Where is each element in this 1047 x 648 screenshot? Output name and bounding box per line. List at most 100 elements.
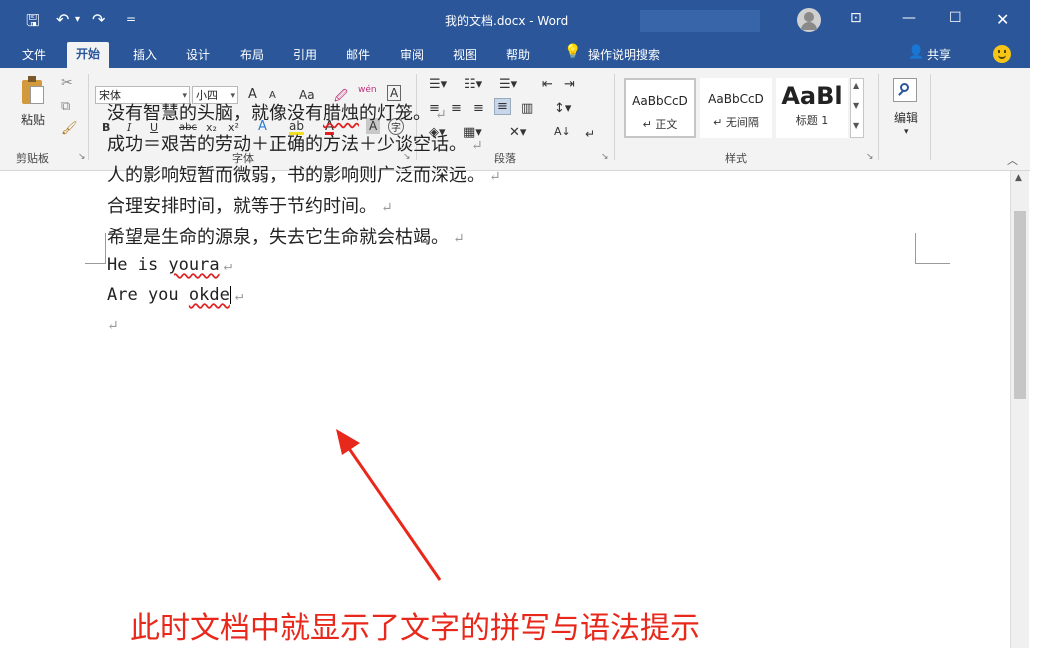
tab-file[interactable]: 文件	[22, 46, 46, 63]
text-run: 成功＝艰苦的劳动＋正确的方法＋少谈空话。	[107, 134, 467, 155]
styles-scroll[interactable]: ▲ ▼ ▼	[850, 78, 864, 138]
ribbon-display-options-icon[interactable]: ⊡	[850, 10, 862, 26]
paste-icon[interactable]	[22, 76, 46, 104]
divider	[930, 74, 931, 160]
clipboard-group-label: 剪贴板	[16, 152, 49, 165]
paragraph-launcher-icon[interactable]: ↘	[601, 152, 609, 162]
style-name: ↵ 无间隔	[713, 116, 759, 129]
align-right-icon[interactable]: ≡	[472, 100, 485, 117]
style-preview: AaBl	[781, 82, 843, 110]
smiley-feedback-icon[interactable]	[993, 45, 1011, 63]
divider	[614, 74, 615, 160]
sort-button[interactable]: A↓	[553, 124, 572, 139]
save-icon[interactable]: 🖫	[26, 10, 40, 37]
chevron-up-icon[interactable]: ▲	[853, 81, 859, 90]
chevron-down-icon[interactable]: ▼	[853, 101, 859, 110]
title-bar: 🖫 ↶ ▾ ↷ = 我的文档.docx - Word ⊡ — ☐ ✕	[0, 0, 1030, 40]
tab-insert[interactable]: 插入	[133, 46, 157, 63]
tab-view[interactable]: 视图	[453, 46, 477, 63]
bullets-icon[interactable]: ☰▾	[428, 76, 448, 93]
clipboard-launcher-icon[interactable]: ↘	[78, 152, 86, 162]
collapse-ribbon-icon[interactable]: ︿	[1007, 152, 1018, 168]
editing-button[interactable]: 编辑	[893, 108, 919, 127]
maximize-button[interactable]: ☐	[949, 10, 962, 26]
close-button[interactable]: ✕	[996, 10, 1009, 29]
paragraph-mark: ↵	[435, 107, 447, 123]
align-center-icon[interactable]: ≡	[450, 100, 463, 117]
user-avatar[interactable]	[797, 8, 821, 32]
text-line[interactable]: ↵	[107, 314, 119, 335]
text-line[interactable]: 合理安排时间，就等于节约时间。 ↵	[107, 192, 393, 218]
minimize-button[interactable]: —	[902, 10, 916, 26]
tab-mailings[interactable]: 邮件	[346, 46, 370, 63]
paragraph-mark: ↵	[453, 231, 465, 247]
paragraph-mark: ↵	[107, 318, 119, 334]
corner-mark	[105, 233, 106, 263]
text-run: 希望是生命的源泉，失去它生命就会枯竭。	[107, 227, 449, 248]
chevron-up-icon[interactable]: ▲	[1015, 173, 1022, 183]
share-button[interactable]: 共享	[927, 46, 951, 63]
copy-icon[interactable]: ⧉	[60, 98, 71, 115]
text-line[interactable]: 成功＝艰苦的劳动＋正确的方法＋少谈空话。 ↵	[107, 130, 483, 156]
text-line[interactable]: 人的影响短暂而微弱，书的影响则广泛而深远。 ↵	[107, 161, 501, 187]
spelling-error[interactable]: okde	[189, 285, 230, 305]
text-run: 人的影响短暂而微弱，书的影响则广泛而深远。	[107, 165, 485, 186]
style-name: ↵ 正文	[642, 118, 678, 131]
numbering-icon[interactable]: ☷▾	[463, 76, 483, 93]
scroll-thumb[interactable]	[1014, 211, 1026, 399]
tab-home[interactable]: 开始	[67, 42, 110, 68]
tab-references[interactable]: 引用	[293, 46, 317, 63]
blurred-account-name	[640, 10, 760, 32]
find-icon[interactable]	[893, 78, 917, 102]
tab-design[interactable]: 设计	[186, 46, 210, 63]
undo-icon[interactable]: ↶	[56, 10, 69, 29]
divider	[878, 74, 879, 160]
paragraph-mark: ↵	[223, 258, 233, 274]
text-line[interactable]: 没有智慧的头脑，就像没有腊烛的灯笼。 ↵	[107, 99, 447, 125]
format-painter-icon[interactable]: 🖌	[60, 120, 79, 137]
multilevel-list-icon[interactable]: ☰▾	[498, 76, 518, 93]
arrow-shaft	[346, 446, 442, 581]
text-line[interactable]: Are you okde ↵	[107, 285, 243, 305]
decrease-indent-icon[interactable]: ⇤	[541, 76, 554, 93]
more-styles-icon[interactable]: ▼	[853, 121, 859, 130]
spelling-error[interactable]: 腊烛	[323, 103, 359, 124]
tab-review[interactable]: 审阅	[400, 46, 424, 63]
tell-me-search[interactable]: 操作说明搜索	[588, 46, 660, 63]
style-normal[interactable]: AaBbCcD ↵ 正文	[624, 78, 696, 138]
window-title: 我的文档.docx - Word	[445, 14, 569, 28]
line-spacing-icon[interactable]: ↕▾	[553, 100, 572, 117]
tab-layout[interactable]: 布局	[240, 46, 264, 63]
text-run: He is	[107, 255, 169, 275]
style-preview: AaBbCcD	[708, 92, 764, 106]
annotation-arrow	[336, 429, 442, 581]
cut-icon[interactable]: ✂	[60, 74, 74, 92]
show-marks-button[interactable]: ↵	[584, 126, 596, 142]
customize-quick-access-icon[interactable]: =	[126, 12, 136, 26]
lightbulb-icon[interactable]: 💡	[564, 44, 581, 60]
styles-group-label: 样式	[725, 152, 747, 165]
text-line[interactable]: 希望是生命的源泉，失去它生命就会枯竭。 ↵	[107, 223, 465, 249]
distributed-icon[interactable]: ▥	[520, 100, 534, 117]
tab-help[interactable]: 帮助	[506, 46, 530, 63]
justify-icon[interactable]: ≡	[494, 98, 511, 115]
paste-button[interactable]: 粘贴	[20, 110, 46, 129]
redo-icon[interactable]: ↷	[92, 10, 105, 29]
divider	[88, 74, 89, 160]
paragraph-mark: ↵	[471, 138, 483, 154]
paragraph-mark: ↵	[489, 169, 501, 185]
vertical-scrollbar[interactable]: ▲	[1010, 171, 1029, 648]
increase-indent-icon[interactable]: ⇥	[563, 76, 576, 93]
chinese-layout-icon[interactable]: ✕▾	[508, 124, 527, 141]
share-icon[interactable]: 👤	[908, 45, 924, 60]
spelling-error[interactable]: youra	[168, 255, 219, 275]
style-no-spacing[interactable]: AaBbCcD ↵ 无间隔	[700, 78, 772, 138]
phonetic-guide-button[interactable]: wén	[357, 84, 378, 96]
undo-dropdown-icon[interactable]: ▾	[75, 14, 80, 25]
chevron-down-icon[interactable]: ▾	[903, 126, 910, 138]
styles-launcher-icon[interactable]: ↘	[866, 152, 874, 162]
corner-mark	[915, 263, 950, 264]
style-preview: AaBbCcD	[632, 94, 688, 108]
text-line[interactable]: He is youra ↵	[107, 255, 232, 275]
style-heading-1[interactable]: AaBl 标题 1	[776, 78, 848, 138]
